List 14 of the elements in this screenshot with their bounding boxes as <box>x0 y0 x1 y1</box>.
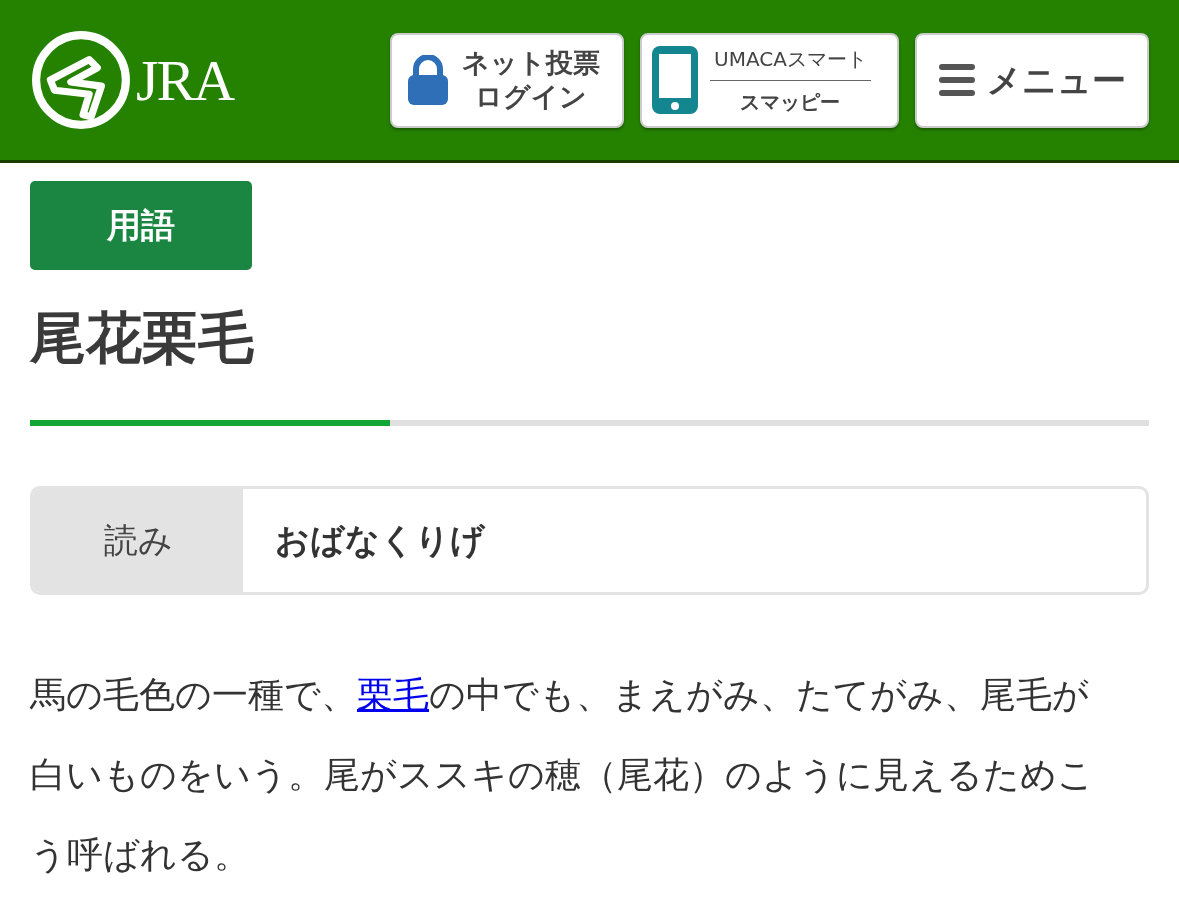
definition-text: 馬の毛色の一種で、栗毛の中でも、まえがみ、たてがみ、尾毛が白いものをいう。尾がススキの穂（尾花）のように見えるためこう呼ばれる。 <box>30 673 1095 877</box>
category-label: 用語 <box>30 181 252 270</box>
login-button[interactable]: ネット投票 ログイン <box>390 32 624 128</box>
logo-emblem-icon <box>30 29 132 131</box>
lock-icon <box>406 55 450 105</box>
smartphone-icon <box>652 46 698 114</box>
menu-button[interactable]: メニュー <box>915 32 1149 128</box>
reading-label: 読み <box>33 489 243 592</box>
menu-icon <box>938 64 975 96</box>
logo-text: JRA <box>136 46 234 114</box>
term-link[interactable]: 栗毛 <box>357 674 429 715</box>
term-title: 尾花栗毛 <box>30 304 255 372</box>
app-button[interactable]: UMACAスマート スマッピー <box>640 32 899 128</box>
reading-value: おばなくりげ <box>274 518 485 562</box>
